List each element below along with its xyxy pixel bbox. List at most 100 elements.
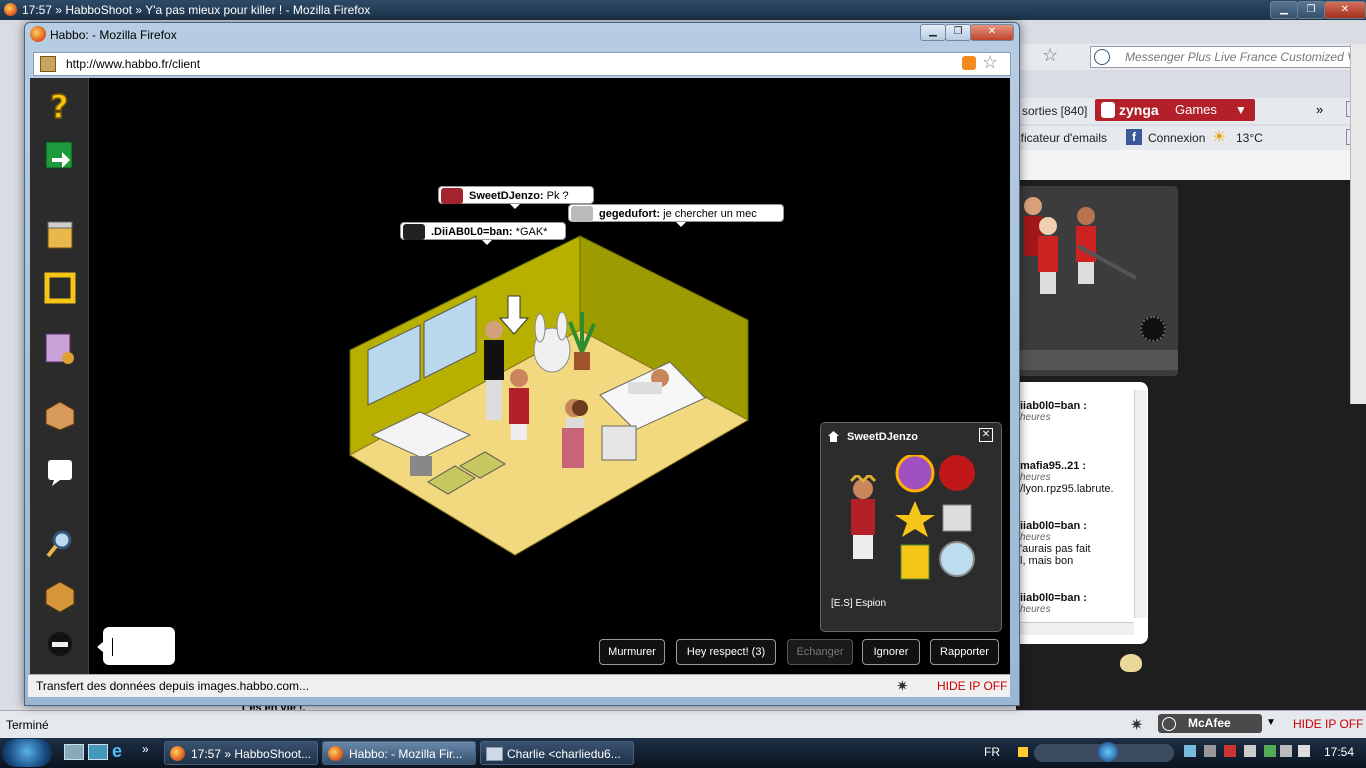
search-box[interactable]: Messenger Plus Live France Customized V <box>1090 46 1355 68</box>
minimize-button[interactable]: ▁ <box>1270 1 1298 19</box>
tray-icon[interactable] <box>1184 745 1196 757</box>
mcafee-button[interactable]: McAfee <box>1158 714 1262 733</box>
start-button[interactable] <box>2 739 52 767</box>
popup-maximize-button[interactable]: ❐ <box>945 24 971 41</box>
chat-vertical-scrollbar[interactable] <box>1134 390 1147 618</box>
user-avatar <box>849 475 877 559</box>
background-panel-bar <box>1018 350 1178 370</box>
chevron-right-icon[interactable]: » <box>1316 102 1323 117</box>
avatar-icon[interactable] <box>42 628 78 664</box>
inventory-icon[interactable] <box>42 396 78 432</box>
status-text: Terminé <box>6 718 49 732</box>
catalog-icon[interactable] <box>42 214 78 250</box>
firefox-icon <box>30 26 46 42</box>
popup-minimize-button[interactable]: ▁ <box>920 24 946 41</box>
facebook-icon[interactable]: f <box>1126 129 1142 145</box>
volume-icon[interactable] <box>1298 745 1310 757</box>
tray-icon[interactable] <box>1018 747 1028 757</box>
zynga-games: Games <box>1175 102 1217 117</box>
toolbar-sorties[interactable]: sorties [840] <box>1022 104 1087 118</box>
spider-icon[interactable]: ✷ <box>1130 715 1143 735</box>
firefox-icon <box>170 746 185 761</box>
chevron-right-icon[interactable]: » <box>142 742 149 756</box>
background-window-titlebar: 17:57 » HabboShoot » Y'a pas mieux pour … <box>0 0 1366 20</box>
user-name: SweetDJenzo <box>847 431 918 443</box>
page-scrollbar[interactable] <box>1350 44 1366 404</box>
rss-icon[interactable] <box>962 56 976 70</box>
internet-explorer-icon[interactable]: e <box>112 741 122 762</box>
habbo-characters-artwork <box>1024 197 1137 294</box>
tray-icon[interactable] <box>1204 745 1216 757</box>
mail-icon <box>486 747 503 761</box>
email-notifier[interactable]: ificateur d'emails <box>1018 131 1107 145</box>
badge-icon <box>939 541 975 577</box>
room-icon[interactable] <box>42 578 78 614</box>
background-window-title: 17:57 » HabboShoot » Y'a pas mieux pour … <box>22 3 371 17</box>
spider-icon[interactable]: ✷ <box>896 677 909 695</box>
bookmark-star-icon[interactable]: ☆ <box>982 52 998 73</box>
tray-icon[interactable] <box>1244 745 1256 757</box>
home-icon <box>828 431 839 442</box>
exit-room-icon[interactable] <box>42 138 78 174</box>
tray-icon[interactable] <box>1224 745 1236 757</box>
taskbar-item[interactable]: Habbo: - Mozilla Fir... <box>322 741 476 765</box>
show-desktop-icon[interactable] <box>64 744 84 760</box>
search-engine-icon[interactable] <box>1094 49 1110 65</box>
clock[interactable]: 17:54 <box>1324 745 1354 759</box>
network-icon[interactable] <box>1280 745 1292 757</box>
avatar <box>571 206 593 222</box>
background-chat-box: iiab0l0=ban : heures mafia95..21 : heure… <box>1016 382 1148 644</box>
switch-windows-icon[interactable] <box>88 744 108 760</box>
bubble-tail <box>482 240 492 245</box>
ignore-button[interactable]: Ignorer <box>862 639 920 665</box>
text-caret <box>112 638 113 656</box>
chat-icon[interactable] <box>42 454 78 490</box>
media-player-controls[interactable] <box>1034 742 1174 762</box>
close-icon[interactable]: ✕ <box>979 428 993 442</box>
whisper-button[interactable]: Murmurer <box>599 639 665 665</box>
navigator-icon[interactable] <box>42 330 78 366</box>
user-motto: [E.S] Espion <box>831 598 887 609</box>
dropdown-icon[interactable]: ▼ <box>1235 99 1247 121</box>
duck-icon[interactable] <box>1120 654 1142 672</box>
bubble-tail <box>676 222 686 227</box>
search-icon[interactable] <box>42 526 78 562</box>
frame-icon[interactable] <box>42 270 78 306</box>
chat-bubble[interactable]: .DiiAB0L0=ban: *GAK* <box>400 222 566 240</box>
badge-icon <box>942 504 972 532</box>
badge-icon <box>895 501 935 537</box>
bookmark-star-icon[interactable]: ☆ <box>1042 45 1058 66</box>
chat-horizontal-scrollbar[interactable] <box>1016 622 1134 635</box>
language-indicator[interactable]: FR <box>984 745 1000 759</box>
address-url[interactable]: http://www.habbo.fr/client <box>66 57 200 71</box>
maximize-button[interactable]: ❐ <box>1297 1 1325 19</box>
chat-bubble[interactable]: gegedufort: je chercher un mec <box>568 204 784 222</box>
mcafee-shield-icon <box>1162 717 1176 731</box>
connexion-link[interactable]: Connexion <box>1148 131 1205 145</box>
play-icon[interactable] <box>1098 742 1118 762</box>
badges <box>895 455 975 580</box>
address-bar[interactable]: http://www.habbo.fr/client <box>33 52 1011 76</box>
help-icon[interactable]: ? <box>42 87 78 127</box>
dropdown-icon[interactable]: ▼ <box>1266 717 1276 728</box>
close-button[interactable]: ✕ <box>1324 1 1366 19</box>
respect-button[interactable]: Hey respect! (3) <box>676 639 776 665</box>
spider-icon[interactable] <box>1140 316 1166 342</box>
habbo-room[interactable] <box>340 230 760 570</box>
chat-message: iiab0l0=ban : heures 'aurais pas fait l,… <box>1020 520 1091 567</box>
trade-button[interactable]: Echanger <box>787 639 853 665</box>
badge-icon <box>895 455 935 493</box>
zynga-toolbar[interactable]: zynga Games ▼ <box>1095 99 1255 121</box>
chat-bubble[interactable]: SweetDJenzo: Pk ? <box>438 186 594 204</box>
report-button[interactable]: Rapporter <box>930 639 999 665</box>
svg-text:?: ? <box>50 88 69 124</box>
hide-ip-status[interactable]: HIDE IP OFF <box>937 679 1007 693</box>
weather-temp: 13°C <box>1236 131 1263 145</box>
hide-ip-status[interactable]: HIDE IP OFF <box>1293 717 1363 731</box>
chat-input[interactable] <box>97 627 175 665</box>
tray-icon[interactable] <box>1264 745 1276 757</box>
taskbar-item[interactable]: 17:57 » HabboShoot... <box>164 741 318 765</box>
taskbar-item[interactable]: Charlie <charliedu6... <box>480 741 634 765</box>
background-toolbar-nav: ☆ Messenger Plus Live France Customized … <box>1016 44 1366 70</box>
popup-close-button[interactable]: ✕ <box>970 24 1014 41</box>
